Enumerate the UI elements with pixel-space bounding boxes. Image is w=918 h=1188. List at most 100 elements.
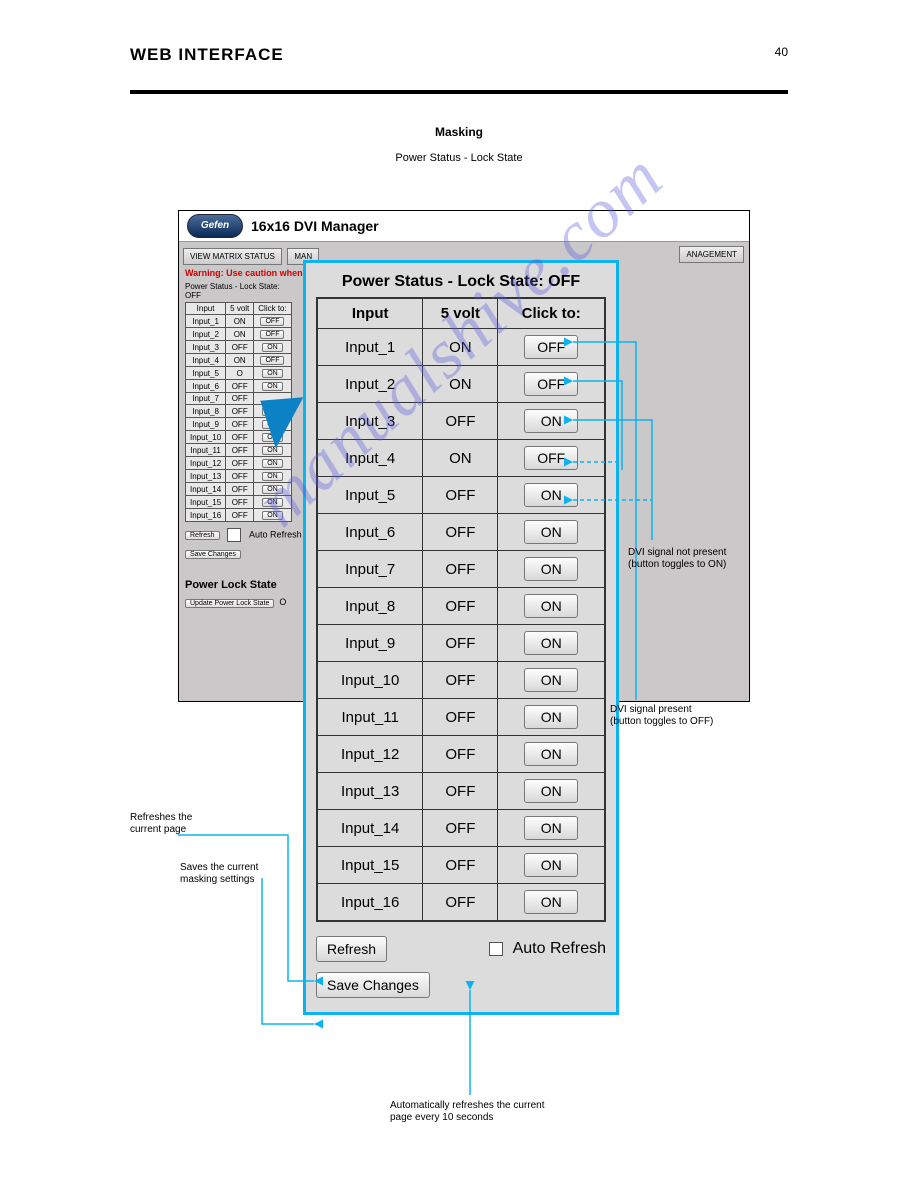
- table-row: Input_5OFFON: [317, 477, 605, 514]
- volt-cell: OFF: [423, 736, 498, 773]
- auto-refresh-checkbox[interactable]: [489, 942, 503, 956]
- toggle-button[interactable]: ON: [524, 890, 578, 914]
- toggle-button[interactable]: ON: [524, 557, 578, 581]
- mini-5volt-cell: OFF: [226, 380, 254, 393]
- section-title: Masking: [0, 125, 918, 139]
- mini-h-input: Input: [186, 303, 226, 315]
- toggle-cell: ON: [498, 810, 605, 847]
- mini-toggle-button[interactable]: ON: [262, 485, 283, 494]
- mini-toggle-button[interactable]: ON: [262, 472, 283, 481]
- mini-toggle-cell: ON: [254, 496, 291, 509]
- input-cell: Input_16: [317, 884, 423, 922]
- volt-cell: OFF: [423, 403, 498, 440]
- table-row: Input_8OFFON: [317, 588, 605, 625]
- mini-toggle-button[interactable]: OFF: [260, 317, 284, 326]
- mini-table-row: Input_12OFFON: [186, 457, 292, 470]
- volt-cell: OFF: [423, 847, 498, 884]
- mini-toggle-button[interactable]: ON: [262, 382, 283, 391]
- toggle-button[interactable]: ON: [524, 668, 578, 692]
- input-cell: Input_9: [317, 625, 423, 662]
- toggle-button[interactable]: OFF: [524, 372, 578, 396]
- toggle-button[interactable]: ON: [524, 853, 578, 877]
- volt-cell: OFF: [423, 662, 498, 699]
- toggle-button[interactable]: ON: [524, 631, 578, 655]
- mini-input-cell: Input_10: [186, 431, 226, 444]
- mini-auto-refresh-checkbox[interactable]: [227, 528, 241, 542]
- toggle-button[interactable]: ON: [524, 409, 578, 433]
- mini-input-cell: Input_2: [186, 328, 226, 341]
- toggle-button[interactable]: ON: [524, 742, 578, 766]
- table-row: Input_9OFFON: [317, 625, 605, 662]
- input-cell: Input_4: [317, 440, 423, 477]
- toggle-cell: ON: [498, 477, 605, 514]
- mini-toggle-button[interactable]: ON: [262, 343, 283, 352]
- mini-toggle-button[interactable]: ON: [262, 459, 283, 468]
- toggle-cell: ON: [498, 773, 605, 810]
- mini-toggle-cell: ON: [254, 380, 291, 393]
- save-changes-button[interactable]: Save Changes: [316, 972, 430, 998]
- volt-cell: OFF: [423, 810, 498, 847]
- toggle-button[interactable]: OFF: [524, 446, 578, 470]
- mini-input-cell: Input_15: [186, 496, 226, 509]
- toggle-button[interactable]: ON: [524, 520, 578, 544]
- mini-toggle-button[interactable]: ON: [262, 498, 283, 507]
- toggle-cell: ON: [498, 625, 605, 662]
- mini-input-cell: Input_3: [186, 341, 226, 354]
- anno-dvi-present: DVI signal present (button toggles to OF…: [610, 704, 713, 727]
- anno-auto-refresh: Automatically refreshes the current page…: [390, 1100, 547, 1123]
- volt-cell: ON: [423, 366, 498, 403]
- input-cell: Input_13: [317, 773, 423, 810]
- mini-input-cell: Input_7: [186, 393, 226, 405]
- mini-5volt-cell: ON: [226, 354, 254, 367]
- table-row: Input_2ONOFF: [317, 366, 605, 403]
- table-row: Input_11OFFON: [317, 699, 605, 736]
- page-number: 40: [775, 45, 788, 59]
- mini-5volt-cell: O: [226, 367, 254, 380]
- mini-input-cell: Input_13: [186, 470, 226, 483]
- toggle-button[interactable]: ON: [524, 779, 578, 803]
- mini-table-row: Input_3OFFON: [186, 341, 292, 354]
- tab-management[interactable]: ANAGEMENT: [679, 246, 744, 263]
- table-row: Input_10OFF ON: [317, 662, 605, 699]
- input-cell: Input_8: [317, 588, 423, 625]
- header-rule: [130, 90, 788, 94]
- table-row: Input_4ON OFF: [317, 440, 605, 477]
- volt-cell: OFF: [423, 773, 498, 810]
- toggle-cell: ON: [498, 588, 605, 625]
- volt-cell: OFF: [423, 514, 498, 551]
- lock-radio[interactable]: O: [279, 597, 286, 607]
- volt-cell: ON: [423, 440, 498, 477]
- input-cell: Input_10: [317, 662, 423, 699]
- mini-toggle-cell: OFF: [254, 328, 291, 341]
- mini-5volt-cell: OFF: [226, 418, 254, 431]
- mini-toggle-button[interactable]: OFF: [260, 330, 284, 339]
- toggle-button[interactable]: ON: [524, 594, 578, 618]
- mini-toggle-button[interactable]: ON: [262, 446, 283, 455]
- volt-cell: OFF: [423, 477, 498, 514]
- mini-toggle-button[interactable]: ON: [262, 511, 283, 520]
- mini-5volt-cell: OFF: [226, 483, 254, 496]
- toggle-button[interactable]: ON: [524, 816, 578, 840]
- mini-save-button[interactable]: Save Changes: [185, 550, 241, 559]
- tab-view-matrix[interactable]: VIEW MATRIX STATUS: [183, 248, 282, 265]
- mini-5volt-cell: OFF: [226, 444, 254, 457]
- mini-5volt-cell: OFF: [226, 393, 254, 405]
- mini-table-row: Input_16OFFON: [186, 509, 292, 522]
- toggle-cell: OFF: [498, 440, 605, 477]
- update-power-lock-button[interactable]: Update Power Lock State: [185, 599, 274, 608]
- toggle-button[interactable]: ON: [524, 483, 578, 507]
- volt-cell: ON: [423, 329, 498, 366]
- input-cell: Input_14: [317, 810, 423, 847]
- mini-toggle-button[interactable]: OFF: [260, 356, 284, 365]
- toggle-cell: OFF: [498, 366, 605, 403]
- mini-refresh-button[interactable]: Refresh: [185, 531, 220, 540]
- mini-5volt-cell: OFF: [226, 457, 254, 470]
- refresh-button[interactable]: Refresh: [316, 936, 387, 962]
- mini-5volt-cell: ON: [226, 315, 254, 328]
- toggle-button[interactable]: ON: [524, 705, 578, 729]
- mini-toggle-button[interactable]: ON: [262, 369, 283, 378]
- table-row: Input_1ONOFF: [317, 329, 605, 366]
- mini-toggle-cell: OFF: [254, 315, 291, 328]
- toggle-cell: OFF: [498, 329, 605, 366]
- toggle-button[interactable]: OFF: [524, 335, 578, 359]
